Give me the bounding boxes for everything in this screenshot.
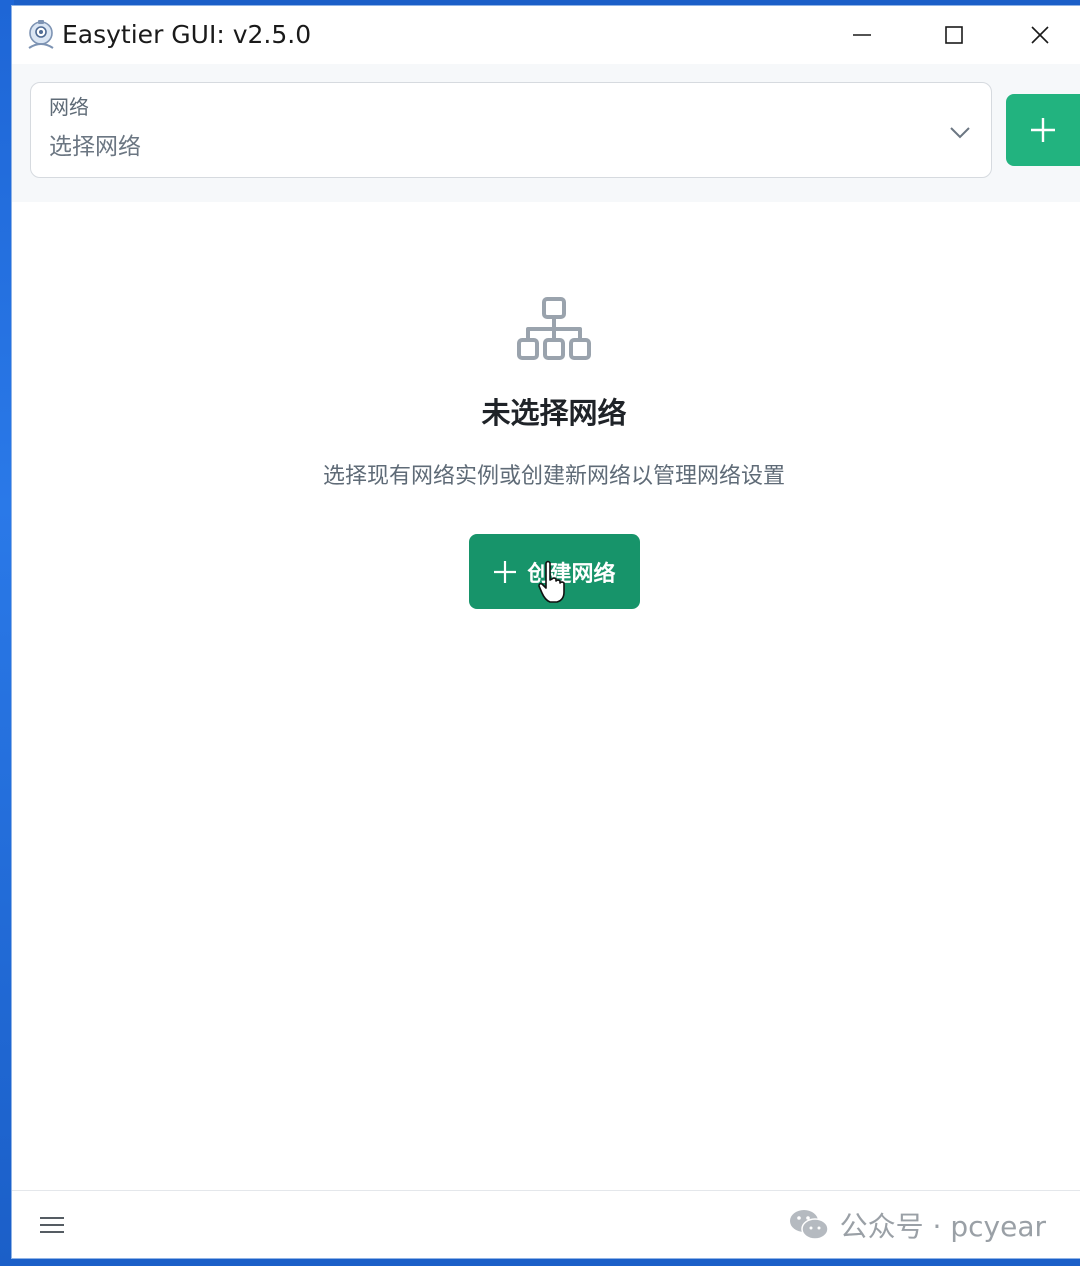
minimize-button[interactable] [816,6,908,64]
maximize-button[interactable] [908,6,1000,64]
plus-icon [1031,118,1055,142]
maximize-icon [945,26,963,44]
network-select-label: 网络 [49,95,89,119]
close-icon [1031,26,1049,44]
menu-button[interactable] [34,1209,70,1241]
watermark: 公众号 · pcyear [788,1203,1046,1247]
wechat-logo-icon [789,1210,829,1240]
empty-state-title: 未选择网络 [481,396,627,430]
network-select-placeholder: 选择网络 [49,134,141,160]
watermark-text: 公众号 · pcyear [839,1210,1046,1243]
bottom-bar: 公众号 · pcyear [12,1190,1080,1258]
menu-icon [40,1217,64,1233]
network-select-dropdown[interactable]: 网络 选择网络 [30,82,992,178]
hand-cursor-icon [538,560,565,603]
app-window: Easytier GUI: v2.5.0 网络 选择网络 未选择网络 选择现有网… [12,6,1080,1258]
empty-state: 未选择网络 选择现有网络实例或创建新网络以管理网络设置 创建网络 [12,202,1080,1192]
plus-icon [494,560,517,583]
empty-state-description: 选择现有网络实例或创建新网络以管理网络设置 [322,464,785,489]
app-logo-icon [28,20,54,49]
title-bar[interactable]: Easytier GUI: v2.5.0 [12,6,1080,64]
window-title: Easytier GUI: v2.5.0 [62,20,312,49]
close-button[interactable] [1000,6,1080,64]
network-tree-icon [517,297,591,360]
add-network-button[interactable] [1006,94,1080,166]
network-selector-bar: 网络 选择网络 [12,64,1080,202]
chevron-down-icon[interactable] [947,119,973,145]
minimize-icon [853,34,871,36]
